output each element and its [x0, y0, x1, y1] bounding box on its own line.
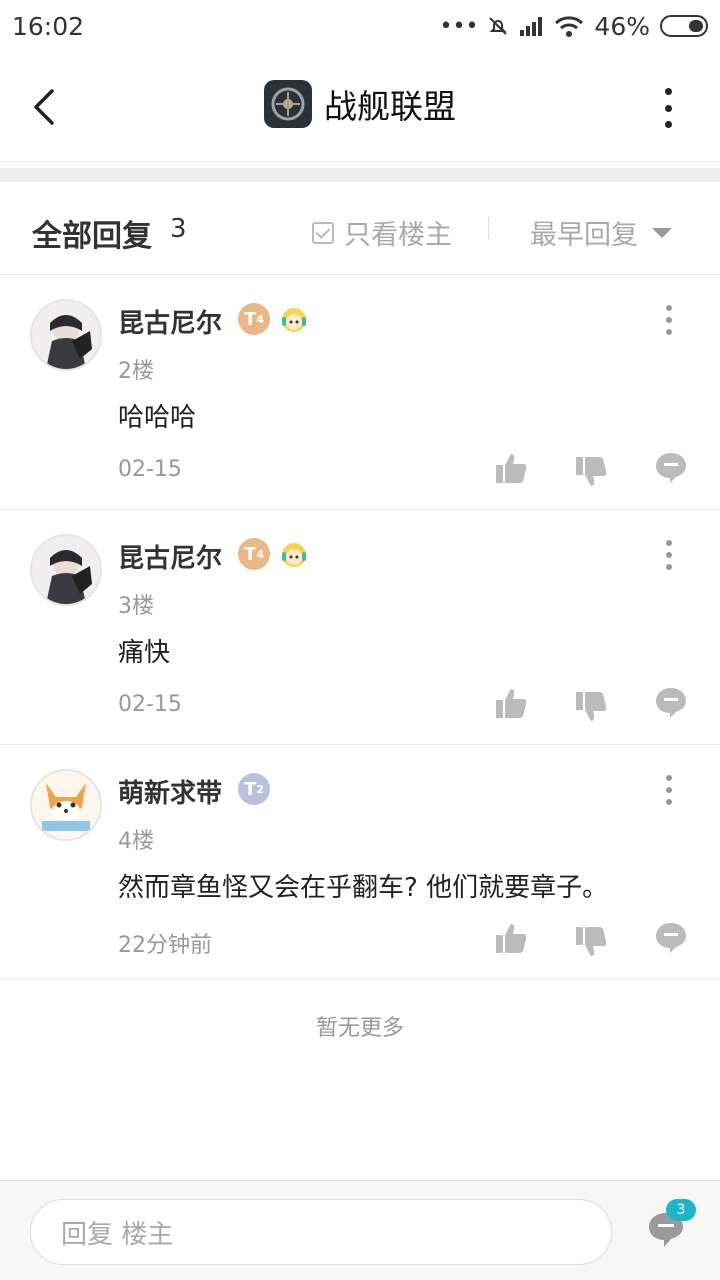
user-badges: T4 [238, 303, 310, 335]
reply-content: 痛快 [118, 638, 171, 668]
status-right: ••• 46% [439, 12, 708, 41]
filter-separator [488, 217, 489, 239]
reply-item: 昆古尼尔 T4 2楼 哈哈哈 02-15 [0, 275, 720, 510]
avatar[interactable] [30, 534, 102, 606]
reply-time: 02-15 [118, 457, 182, 482]
reply-time: 02-15 [118, 692, 182, 717]
reply-content: 哈哈哈 [118, 403, 197, 433]
thumbs-down-icon[interactable] [574, 690, 608, 724]
thumbs-down-icon[interactable] [574, 455, 608, 489]
status-time: 16:02 [12, 11, 85, 41]
status-icons: ••• [439, 14, 584, 39]
thumbs-up-icon[interactable] [494, 686, 528, 720]
post-more-button[interactable] [666, 540, 674, 570]
sort-dropdown[interactable]: 最早回复 [530, 213, 672, 252]
checkbox-icon [312, 221, 334, 244]
only-owner-toggle[interactable]: 只看楼主 [312, 213, 452, 252]
reply-item: 昆古尼尔 T4 3楼 痛快 02-15 [0, 510, 720, 745]
mute-bell-icon [489, 17, 508, 35]
floor-number: 3楼 [118, 594, 154, 619]
reply-filter-bar: 全部回复 3 只看楼主 最早回复 [0, 183, 720, 275]
username[interactable]: 萌新求带 [118, 773, 222, 810]
post-more-button[interactable] [666, 775, 674, 805]
comment-icon[interactable] [654, 921, 688, 955]
reply-count: 3 [170, 214, 187, 244]
avatar-badge-icon [282, 308, 306, 332]
avatar-badge-icon [282, 543, 306, 567]
thumbs-down-icon[interactable] [574, 925, 608, 959]
more-vertical-icon [664, 88, 672, 95]
no-more-label: 暂无更多 [315, 1016, 404, 1041]
page-title: 战舰联盟 [324, 87, 456, 126]
sort-label: 最早回复 [530, 220, 638, 251]
comment-icon[interactable] [654, 686, 688, 720]
signal-icon [520, 17, 543, 36]
user-badges: T2 [238, 773, 270, 805]
user-badges: T4 [238, 538, 310, 570]
wifi-icon [555, 16, 584, 37]
reply-input[interactable]: 回复 楼主 [30, 1199, 612, 1265]
comment-count-badge: 3 [666, 1199, 696, 1221]
bottom-reply-bar: 回复 楼主 3 [0, 1180, 720, 1280]
reply-item: 萌新求带 T2 4楼 然而章鱼怪又会在乎翻车? 他们就要章子。 22分钟前 [0, 745, 720, 980]
comment-icon[interactable] [654, 451, 688, 485]
reply-time: 22分钟前 [118, 933, 212, 958]
app-logo-icon [264, 80, 312, 128]
only-owner-label: 只看楼主 [344, 220, 452, 251]
app-header: 战舰联盟 [0, 52, 720, 162]
avatar[interactable] [30, 299, 102, 371]
level-badge-icon: T4 [238, 303, 270, 335]
username[interactable]: 昆古尼尔 [118, 538, 222, 575]
section-divider [0, 168, 720, 182]
notification-dots: ••• [439, 13, 479, 39]
floor-number: 2楼 [118, 359, 154, 384]
status-bar: 16:02 ••• 46% [0, 0, 720, 52]
username[interactable]: 昆古尼尔 [118, 303, 222, 340]
battery-icon [660, 15, 708, 37]
level-badge-icon: T4 [238, 538, 270, 570]
all-replies-label: 全部回复 [32, 219, 152, 254]
header-title-group: 战舰联盟 [0, 80, 720, 128]
avatar[interactable] [30, 769, 102, 841]
more-options-button[interactable] [656, 88, 680, 128]
thumbs-up-icon[interactable] [494, 451, 528, 485]
floor-number: 4楼 [118, 829, 154, 854]
caret-down-icon [652, 227, 672, 238]
reply-content: 然而章鱼怪又会在乎翻车? 他们就要章子。 [118, 873, 609, 903]
post-more-button[interactable] [666, 305, 674, 335]
battery-percent: 46% [594, 11, 650, 41]
thumbs-up-icon[interactable] [494, 921, 528, 955]
level-badge-icon: T2 [238, 773, 270, 805]
